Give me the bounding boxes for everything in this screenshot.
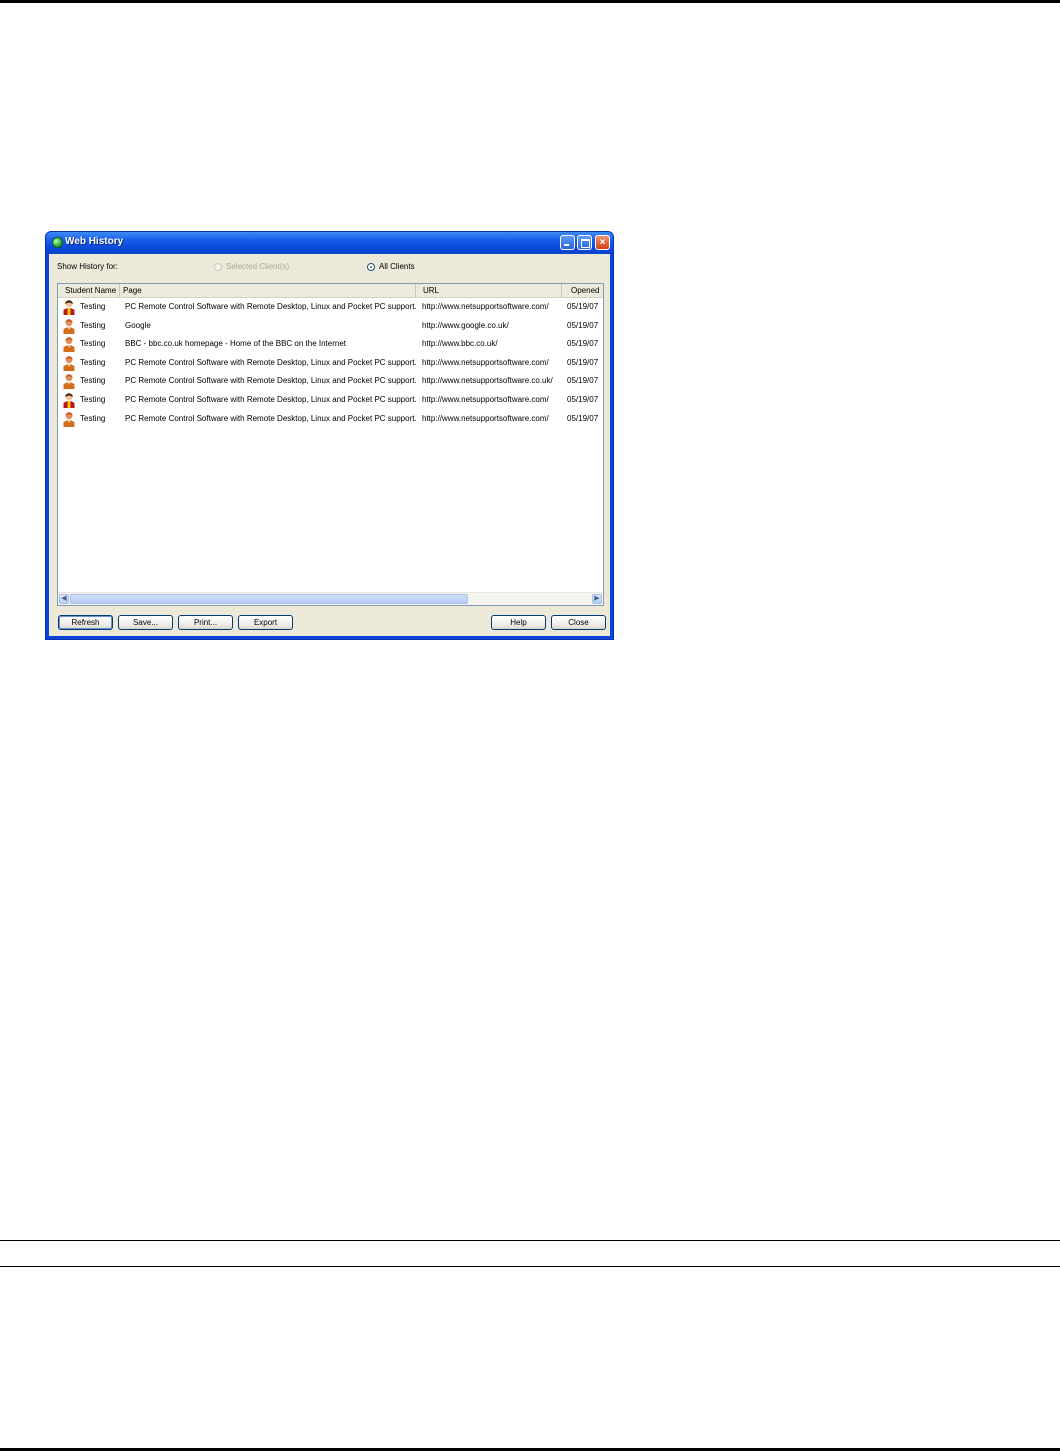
- cell-student-name: Testing: [80, 302, 106, 311]
- radio-selected-clients[interactable]: [214, 263, 222, 271]
- divider-rule: [0, 1266, 1060, 1267]
- cell-page: PC Remote Control Software with Remote D…: [125, 302, 417, 311]
- cell-url: http://www.google.co.uk/: [422, 320, 509, 330]
- horizontal-scrollbar[interactable]: ◀ ▶: [58, 592, 603, 605]
- cell-page: PC Remote Control Software with Remote D…: [125, 413, 417, 423]
- table-row[interactable]: Testing PC Remote Control Software with R…: [58, 298, 603, 316]
- scrollbar-thumb[interactable]: [70, 594, 468, 604]
- cell-student-name: Testing: [80, 395, 106, 404]
- cell-student-name: Testing: [80, 320, 106, 330]
- table-row[interactable]: Testing BBC - bbc.co.uk homepage - Home o…: [58, 335, 603, 353]
- cell-opened: 05/19/07: [567, 376, 599, 386]
- cell-opened: 05/19/07: [567, 413, 599, 423]
- cell-student-name: Testing: [80, 376, 106, 386]
- radio-selected-clients-label: Selected Client(s): [226, 262, 290, 271]
- column-header-opened[interactable]: Opened: [562, 284, 603, 297]
- radio-all-clients-label: All Clients: [379, 262, 415, 271]
- cell-opened: 05/19/07: [567, 320, 599, 330]
- list-header: Student Name Page URL Opened: [58, 284, 603, 298]
- user-avatar-icon: [62, 318, 76, 334]
- cell-page: PC Remote Control Software with Remote D…: [125, 376, 417, 386]
- table-row[interactable]: Testing PC Remote Control Software with R…: [58, 410, 603, 428]
- cell-opened: 05/19/07: [567, 357, 599, 367]
- cell-page: PC Remote Control Software with Remote D…: [125, 357, 417, 367]
- help-button[interactable]: Help: [491, 615, 546, 630]
- student-avatar-icon: [62, 299, 76, 315]
- scroll-left-icon[interactable]: ◀: [59, 594, 69, 604]
- bottom-rule: [0, 1448, 1060, 1451]
- table-row[interactable]: Testing PC Remote Control Software with R…: [58, 372, 603, 390]
- cell-page: BBC - bbc.co.uk homepage - Home of the B…: [125, 339, 347, 349]
- cell-url: http://www.bbc.co.uk/: [422, 339, 498, 349]
- user-avatar-icon: [62, 373, 76, 390]
- column-header-url[interactable]: URL: [416, 284, 562, 297]
- close-window-button[interactable]: ×: [595, 235, 610, 250]
- refresh-button[interactable]: Refresh: [58, 615, 113, 630]
- close-icon: ×: [599, 237, 606, 248]
- cell-student-name: Testing: [80, 357, 106, 367]
- print-button[interactable]: Print...: [178, 615, 233, 630]
- cell-url: http://www.netsupportsoftware.com/: [422, 413, 549, 423]
- user-avatar-icon: [62, 336, 76, 353]
- column-header-page[interactable]: Page: [120, 284, 416, 297]
- web-history-list[interactable]: Student Name Page URL Opened Testing PC R…: [57, 283, 604, 606]
- web-history-window: Web History × Show History for: Selected…: [45, 231, 614, 640]
- user-avatar-icon: [62, 355, 76, 371]
- export-button[interactable]: Export: [238, 615, 293, 630]
- cell-student-name: Testing: [80, 339, 106, 349]
- show-history-label: Show History for:: [57, 262, 118, 271]
- cell-page: Google: [125, 320, 151, 330]
- cell-url: http://www.netsupportsoftware.com/: [422, 395, 549, 404]
- cell-url: http://www.netsupportsoftware.com/: [422, 357, 549, 367]
- table-row[interactable]: Testing PC Remote Control Software with R…: [58, 391, 603, 409]
- cell-student-name: Testing: [80, 413, 106, 423]
- table-row[interactable]: Testing PC Remote Control Software with R…: [58, 354, 603, 372]
- cell-url: http://www.netsupportsoftware.co.uk/: [422, 376, 553, 386]
- table-row[interactable]: Testing Google http://www.google.co.uk/05/…: [58, 317, 603, 335]
- cell-opened: 05/19/07: [567, 395, 599, 404]
- radio-all-clients[interactable]: [367, 263, 375, 271]
- maximize-button[interactable]: [577, 235, 592, 250]
- divider-rule: [0, 1240, 1060, 1241]
- top-rule: [0, 0, 1060, 3]
- window-title: Web History: [65, 236, 124, 247]
- save-button[interactable]: Save...: [118, 615, 173, 630]
- student-avatar-icon: [62, 392, 76, 408]
- minimize-button[interactable]: [560, 235, 575, 250]
- cell-opened: 05/19/07: [567, 339, 599, 349]
- close-button[interactable]: Close: [551, 615, 606, 630]
- column-header-student-name[interactable]: Student Name: [58, 284, 120, 297]
- cell-opened: 05/19/07: [567, 302, 599, 311]
- app-globe-icon: [52, 237, 63, 248]
- title-bar[interactable]: Web History ×: [46, 232, 613, 254]
- user-avatar-icon: [62, 411, 76, 427]
- scroll-right-icon[interactable]: ▶: [592, 594, 602, 604]
- cell-url: http://www.netsupportsoftware.com/: [422, 302, 549, 311]
- cell-page: PC Remote Control Software with Remote D…: [125, 395, 417, 404]
- dialog-body: Show History for: Selected Client(s) All…: [49, 254, 610, 636]
